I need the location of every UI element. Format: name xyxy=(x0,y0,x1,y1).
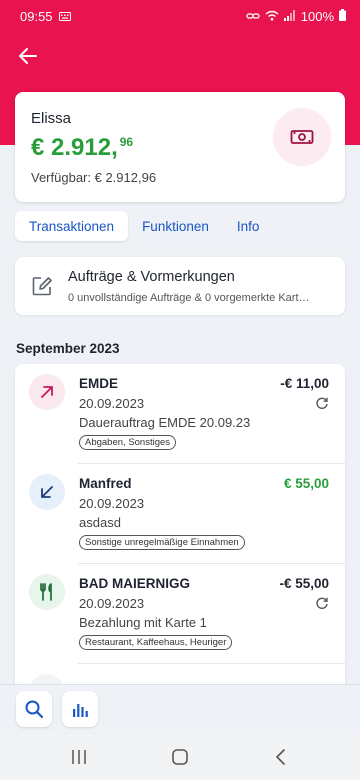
transaction-description: asdasd xyxy=(79,515,121,530)
statistics-button[interactable] xyxy=(62,691,98,727)
recent-apps-button[interactable] xyxy=(64,744,94,770)
signal-icon xyxy=(283,9,296,24)
balance-cents: 96 xyxy=(119,135,134,149)
tab-bar: Transaktionen Funktionen Info xyxy=(15,211,273,241)
system-back-button[interactable] xyxy=(266,744,296,770)
transaction-name: BAD MAIERNIGG xyxy=(79,576,190,591)
account-card[interactable]: Elissa € 2.912, 96 Verfügbar: € 2.912,96 xyxy=(15,92,345,202)
bar-chart-icon xyxy=(73,704,88,717)
transaction-amount: € 55,00 xyxy=(283,476,329,491)
transaction-date: 20.09.2023 xyxy=(79,496,145,511)
transaction-row[interactable] xyxy=(15,664,345,684)
transaction-amount: -€ 11,00 xyxy=(280,376,329,391)
orders-subtitle: 0 unvollständige Aufträge & 0 vorgemerkt… xyxy=(68,292,310,304)
transaction-name: EMDE xyxy=(79,376,119,391)
transaction-description: Bezahlung mit Karte 1 xyxy=(79,615,207,630)
home-icon xyxy=(172,749,188,765)
battery-percent: 100% xyxy=(300,8,334,24)
arrow-down-left-icon xyxy=(29,474,65,510)
transaction-row[interactable]: BAD MAIERNIGG 20.09.2023 Bezahlung mit K… xyxy=(15,564,345,664)
wifi-icon xyxy=(265,9,279,24)
month-header: September 2023 xyxy=(16,341,120,356)
account-balance: € 2.912, 96 xyxy=(31,134,133,162)
category-badge: Sonstige unregelmäßige Einnahmen xyxy=(79,535,245,550)
available-balance: Verfügbar: € 2.912,96 xyxy=(31,170,157,185)
status-time: 09:55 xyxy=(20,8,53,24)
transaction-list: EMDE 20.09.2023 Dauerauftrag EMDE 20.09.… xyxy=(15,364,345,684)
orders-title: Aufträge & Vormerkungen xyxy=(68,269,235,285)
search-button[interactable] xyxy=(16,691,52,727)
category-badge: Abgaben, Sonstiges xyxy=(79,435,177,450)
transaction-amount: -€ 55,00 xyxy=(279,576,329,591)
transaction-row[interactable]: Manfred 20.09.2023 asdasd Sonstige unreg… xyxy=(15,464,345,564)
tab-transaktionen[interactable]: Transaktionen xyxy=(15,211,129,241)
link-icon xyxy=(246,9,260,24)
tab-funktionen[interactable]: Funktionen xyxy=(128,211,223,241)
back-button[interactable] xyxy=(14,42,42,70)
home-button[interactable] xyxy=(165,744,195,770)
arrow-up-right-icon xyxy=(29,374,65,410)
transaction-icon xyxy=(29,674,65,684)
balance-main: € 2.912, xyxy=(31,134,118,161)
transaction-date: 20.09.2023 xyxy=(79,596,145,611)
fork-knife-icon xyxy=(29,574,65,610)
category-badge: Restaurant, Kaffeehaus, Heuriger xyxy=(79,635,233,650)
transaction-row[interactable]: EMDE 20.09.2023 Dauerauftrag EMDE 20.09.… xyxy=(15,364,345,464)
chevron-left-icon xyxy=(276,749,285,765)
back-arrow-icon xyxy=(19,48,37,64)
recurring-icon xyxy=(315,396,329,410)
transaction-name: Manfred xyxy=(79,476,132,491)
cash-icon xyxy=(273,108,331,166)
bottom-toolbar xyxy=(0,684,360,734)
recurring-icon xyxy=(315,596,329,610)
keyboard-icon xyxy=(58,9,71,24)
status-bar: 09:55 100% xyxy=(0,0,360,32)
tab-info[interactable]: Info xyxy=(223,211,274,241)
battery-icon xyxy=(339,8,346,24)
search-icon xyxy=(25,700,44,719)
recent-apps-icon xyxy=(72,750,86,764)
transaction-date: 20.09.2023 xyxy=(79,396,145,411)
edit-icon xyxy=(31,275,53,297)
transaction-description: Dauerauftrag EMDE 20.09.23 xyxy=(79,415,251,430)
system-nav-bar xyxy=(0,734,360,780)
account-name: Elissa xyxy=(31,110,72,127)
orders-card[interactable]: Aufträge & Vormerkungen 0 unvollständige… xyxy=(15,257,345,315)
